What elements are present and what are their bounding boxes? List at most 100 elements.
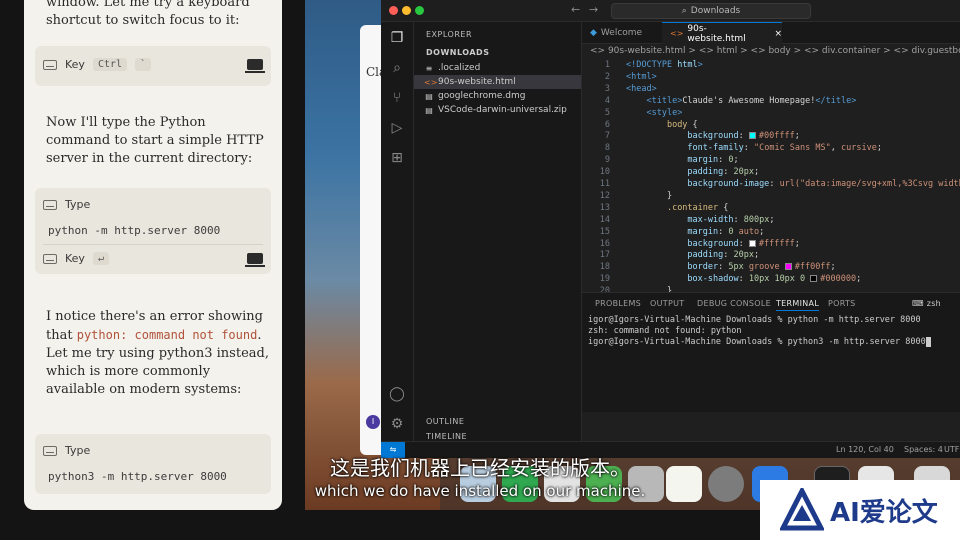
code-line[interactable]: max-width: 800px; [626,215,774,225]
account-icon[interactable]: ◯ [389,386,405,402]
code-line[interactable]: <!DOCTYPE html> [626,60,703,70]
code-line[interactable]: border: 5px groove #ff00ff; [626,262,835,272]
code-line[interactable]: body { [626,120,698,130]
browser-avatar[interactable]: I [366,415,380,429]
code-line[interactable]: background-image: url("data:image/svg+xm… [626,179,960,189]
extensions-icon[interactable]: ⊞ [389,150,405,166]
file-icon: ▤ [425,105,433,115]
watermark-text: AI爱论文 [830,498,938,528]
source-control-icon[interactable]: ⑂ [389,90,405,106]
editor-area[interactable]: ◆ Welcome <> 90s-website.html × <> 90s-webs… [582,22,960,296]
line-number: 8 [604,143,610,154]
code-line[interactable]: padding: 20px; [626,167,759,177]
file-item-active[interactable]: <> 90s-website.html [414,75,581,89]
timeline-section[interactable]: TIMELINE [426,432,467,441]
explorer-title: EXPLORER [426,30,472,39]
code-line[interactable]: .container { [626,203,728,213]
keyboard-icon [43,199,57,210]
command-center-label: Downloads [690,6,741,16]
close-icon[interactable]: × [774,29,782,39]
line-number: 5 [604,107,610,118]
tab-terminal[interactable]: TERMINAL [776,299,820,311]
tab-ports[interactable]: PORTS [828,299,856,308]
terminal-line[interactable]: igor@Igors-Virtual-Machine Downloads % p… [588,337,931,347]
nav-back-icon[interactable]: ← [571,3,580,16]
gear-icon[interactable]: ⚙ [389,416,405,432]
line-number: 1 [604,60,610,70]
line-number: 15 [599,226,610,237]
code-line[interactable]: <html> [626,72,657,82]
search-icon[interactable]: ⌕ [389,60,405,76]
tab-problems[interactable]: PROBLEMS [595,299,641,308]
window-minimize-button[interactable] [402,6,411,15]
tab-debug-console[interactable]: DEBUG CONSOLE [697,299,771,308]
terminal-cursor [925,337,931,347]
breadcrumb[interactable]: <> 90s-website.html > <> html > <> body … [590,46,960,56]
code-line[interactable]: <title>Claude's Awesome Homepage!</title… [626,96,856,106]
file-item[interactable]: ≡ .localized [414,61,581,75]
line-number: 12 [599,190,610,201]
file-name: googlechrome.dmg [438,91,526,101]
line-number: 7 [604,131,610,142]
code-line[interactable]: margin: 0; [626,155,738,165]
file-name: 90s-website.html [438,77,516,87]
code-line[interactable]: background: #00ffff; [626,131,799,141]
editor-tabs: ◆ Welcome <> 90s-website.html × [582,22,960,44]
file-item[interactable]: ▤ VSCode-darwin-universal.zip [414,103,581,117]
code-line[interactable]: } [626,191,672,201]
vscode-logo-icon: ◆ [590,28,597,38]
tab-output[interactable]: OUTPUT [650,299,684,308]
tab-90s-website[interactable]: <> 90s-website.html × [662,22,782,44]
code-line[interactable]: margin: 0 auto; [626,227,764,237]
laptop-icon [245,59,265,73]
type-action-card-1[interactable]: Type python -m http.server 8000 Key ↵ [35,188,271,274]
tab-welcome[interactable]: ◆ Welcome [582,22,662,44]
command-center-search[interactable]: ⌕ Downloads [611,3,811,19]
key-ctrl: Ctrl [92,58,128,71]
html-file-icon: <> [424,77,438,87]
folder-header-downloads[interactable]: DOWNLOADS [426,48,489,57]
shell-name: zsh [926,299,942,308]
line-number: 18 [599,262,610,273]
terminal-input[interactable]: igor@Igors-Virtual-Machine Downloads % p… [588,337,926,347]
line-number: 3 [604,83,610,94]
key-action-row: Key Ctrl ` [43,58,263,71]
error-code-text: python: command not found [76,328,258,342]
file-icon: ≡ [425,63,433,73]
terminal-line: igor@Igors-Virtual-Machine Downloads % p… [588,315,921,325]
code-line[interactable]: <style> [626,108,682,118]
code-line[interactable]: box-shadow: 10px 10px 0 #000000; [626,274,861,284]
line-number: 11 [599,179,610,189]
laptop-icon [245,253,265,267]
key-action-card[interactable]: Key Ctrl ` [35,46,271,86]
watermark: AI爱论文 [760,480,960,540]
terminal-shell-label[interactable]: ⌨ zsh [912,299,941,308]
chat-message-error: I notice there's an error showing that p… [46,308,270,399]
window-close-button[interactable] [389,6,398,15]
window-zoom-button[interactable] [415,6,424,15]
claude-chat-panel: window. Let me try a keyboard shortcut t… [24,0,282,510]
outline-section[interactable]: OUTLINE [426,417,464,426]
terminal-icon: ⌨ [912,299,927,308]
code-line[interactable]: background: #ffffff; [626,239,799,249]
line-number: 4 [604,95,610,106]
subtitle-chinese: 这是我们机器上已经安装的版本。 [330,456,630,480]
type-action-row: Type [43,198,263,211]
explorer-sidebar: EXPLORER DOWNLOADS ≡ .localized <> 90s-web… [414,22,582,441]
run-debug-icon[interactable]: ▷ [389,120,405,136]
chat-message-python: Now I'll type the Python command to star… [46,115,264,166]
file-item[interactable]: ▤ googlechrome.dmg [414,89,581,103]
code-line[interactable]: padding: 20px; [626,250,759,260]
search-icon: ⌕ [681,6,687,16]
activity-bar: ❐ ⌕ ⑂ ▷ ⊞ ◯ ⚙ [381,22,414,441]
key-action-row: Key ↵ [43,252,263,265]
key-action-label: Key [65,252,85,265]
card-divider [43,244,263,245]
file-name: VSCode-darwin-universal.zip [438,105,567,115]
nav-forward-icon[interactable]: → [589,3,598,16]
code-line[interactable]: font-family: "Comic Sans MS", cursive; [626,143,882,153]
code-line[interactable]: <head> [626,84,657,94]
line-number: 13 [599,202,610,213]
explorer-icon[interactable]: ❐ [389,30,405,46]
line-number: 6 [604,119,610,130]
